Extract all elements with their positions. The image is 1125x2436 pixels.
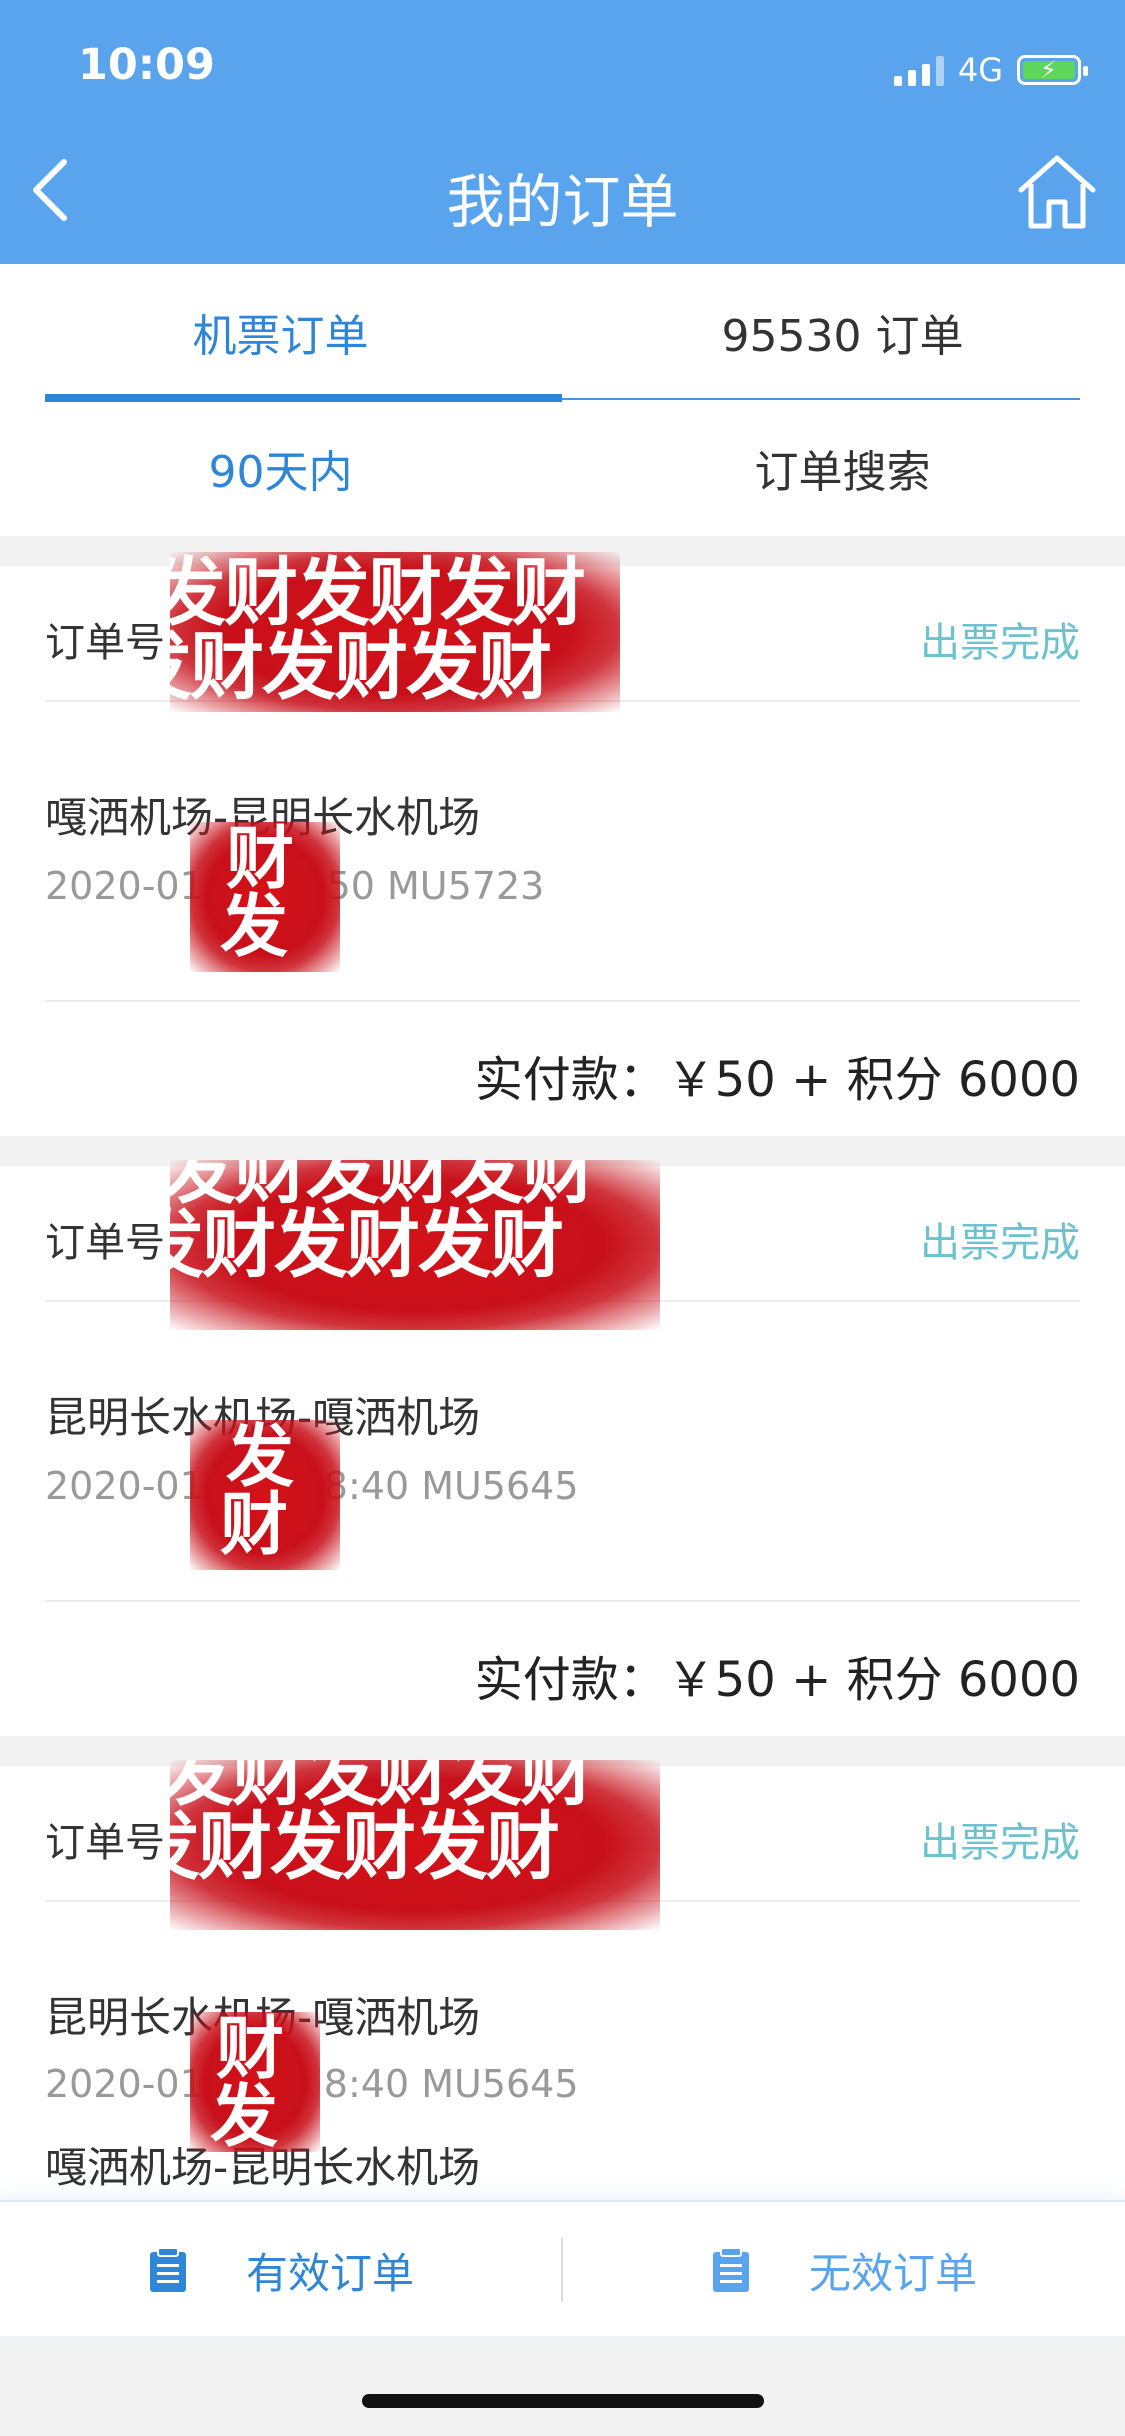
tab-active-indicator [45,394,562,402]
status-time: 10:09 [78,40,215,90]
flight-date: 2020-01 [45,864,204,908]
flight-time-number: 8:40 MU5645 [323,1464,579,1508]
filter-90-days[interactable]: 90天内 [22,404,539,532]
flight-date: 2020-01 [45,2062,204,2106]
order-status: 出票完成 [920,1220,1080,1266]
order-number-label: 订单号 [45,1820,165,1866]
battery-icon: ⚡ [1017,55,1088,85]
bottom-tab-bar: 有效订单 无效订单 [0,2200,1125,2336]
page-title: 我的订单 [446,168,679,236]
order-card-footer: 实付款：￥50 + 积分 6000 [45,1600,1080,1736]
order-status: 出票完成 [920,1820,1080,1866]
redaction-stamp: 发财发财发财 发财发财发财 [170,1760,660,1930]
flight-time-number: :50 MU5723 [313,864,545,908]
tabs-panel: 机票订单 95530 订单 90天内 订单搜索 [0,264,1125,536]
home-indicator [362,2394,764,2408]
flight-time-number: 8:40 MU5645 [323,2062,579,2106]
order-price: 实付款：￥50 + 积分 6000 [474,1052,1080,1108]
redaction-stamp: 发财发财发财 发财发财发财 [170,552,620,712]
clipboard-icon [149,2247,186,2292]
filter-order-search[interactable]: 订单搜索 [584,404,1101,532]
redaction-stamp: 发财发财发财 发财发财发财 [170,1160,660,1330]
redaction-stamp: 发 财 [190,1420,340,1570]
valid-orders-button[interactable]: 有效订单 [0,2202,562,2338]
order-status: 出票完成 [920,620,1080,666]
invalid-orders-label: 无效订单 [808,2248,977,2298]
redaction-stamp: 财 发 [190,2012,320,2152]
order-number-label: 订单号 [45,1220,165,1266]
redaction-stamp: 财 发 [190,822,340,972]
order-card-footer: 实付款：￥50 + 积分 6000 [45,1000,1080,1136]
order-price: 实付款：￥50 + 积分 6000 [474,1652,1080,1708]
clipboard-icon [712,2247,749,2292]
network-type: 4G [957,51,1003,89]
invalid-orders-button[interactable]: 无效订单 [563,2202,1125,2338]
order-number-label: 订单号 [45,620,165,666]
home-icon[interactable] [1015,150,1099,234]
header-bar: 10:09 4G ⚡ 我的订单 [0,0,1125,264]
status-icons: 4G ⚡ [893,50,1088,90]
flight-date: 2020-01 [45,1464,204,1508]
valid-orders-label: 有效订单 [245,2248,414,2298]
tab-flight-orders[interactable]: 机票订单 [22,264,539,400]
tab-95530-orders[interactable]: 95530 订单 [584,264,1101,400]
signal-icon [893,54,944,86]
app-root: 10:09 4G ⚡ 我的订单 机票订单 95530 订单 90天内 订单搜索 [0,0,1125,2436]
